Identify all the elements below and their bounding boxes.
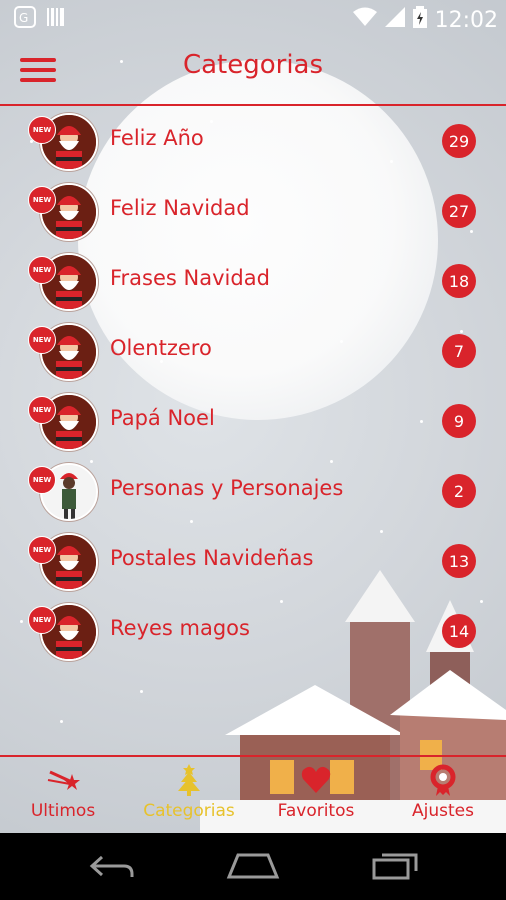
category-label: Feliz Año [110, 126, 204, 150]
category-label: Olentzero [110, 336, 212, 360]
recents-icon[interactable] [370, 851, 420, 885]
launcher-notification-icon: G [14, 6, 36, 34]
category-label: Papá Noel [110, 406, 215, 430]
category-row[interactable]: NEW Reyes magos 14 [0, 596, 506, 666]
app-bar: Categorias [0, 36, 506, 106]
category-row[interactable]: NEW Papá Noel 9 [0, 386, 506, 456]
tree-icon [134, 763, 244, 797]
category-row[interactable]: NEW Olentzero 7 [0, 316, 506, 386]
new-badge: NEW [28, 396, 56, 424]
heart-icon [261, 763, 371, 797]
shooting-star-icon [8, 763, 118, 797]
battery-icon [412, 6, 427, 34]
category-label: Frases Navidad [110, 266, 270, 290]
new-badge: NEW [28, 116, 56, 144]
nav-favoritos[interactable]: Favoritos [261, 763, 371, 821]
new-badge: NEW [28, 256, 56, 284]
bottom-navigation: Ultimos Categorias Favoritos Ajustes [0, 755, 506, 835]
count-badge: 2 [442, 474, 476, 508]
category-label: Postales Navideñas [110, 546, 314, 570]
wifi-icon [352, 7, 377, 33]
nav-label: Ajustes [412, 801, 474, 821]
category-row[interactable]: NEW Feliz Año 29 [0, 106, 506, 176]
nav-label: Favoritos [277, 801, 355, 821]
count-badge: 29 [442, 124, 476, 158]
new-badge: NEW [28, 186, 56, 214]
svg-text:G: G [19, 11, 28, 25]
system-navigation-bar [0, 833, 506, 900]
home-icon[interactable] [226, 851, 280, 885]
barcode-notification-icon [46, 6, 66, 34]
count-badge: 7 [442, 334, 476, 368]
new-badge: NEW [28, 606, 56, 634]
category-label: Reyes magos [110, 616, 250, 640]
page-title: Categorias [182, 50, 324, 80]
status-bar: G 12:02 [0, 0, 506, 36]
new-badge: NEW [28, 466, 56, 494]
count-badge: 18 [442, 264, 476, 298]
category-row[interactable]: NEW Frases Navidad 18 [0, 246, 506, 316]
count-badge: 27 [442, 194, 476, 228]
new-badge: NEW [28, 326, 56, 354]
category-row[interactable]: NEW Personas y Personajes 2 [0, 456, 506, 526]
back-icon[interactable] [88, 851, 136, 885]
signal-icon [384, 7, 405, 33]
nav-categorias[interactable]: Categorias [134, 763, 244, 821]
count-badge: 14 [442, 614, 476, 648]
clock: 12:02 [434, 7, 498, 33]
nav-ajustes[interactable]: Ajustes [388, 763, 498, 821]
count-badge: 9 [442, 404, 476, 438]
nav-label: Ultimos [30, 801, 96, 821]
category-row[interactable]: NEW Postales Navideñas 13 [0, 526, 506, 596]
category-label: Personas y Personajes [110, 476, 344, 500]
wreath-icon [388, 763, 498, 797]
new-badge: NEW [28, 536, 56, 564]
category-label: Feliz Navidad [110, 196, 250, 220]
category-row[interactable]: NEW Feliz Navidad 27 [0, 176, 506, 246]
nav-label: Categorias [143, 801, 235, 821]
count-badge: 13 [442, 544, 476, 578]
nav-ultimos[interactable]: Ultimos [8, 763, 118, 821]
